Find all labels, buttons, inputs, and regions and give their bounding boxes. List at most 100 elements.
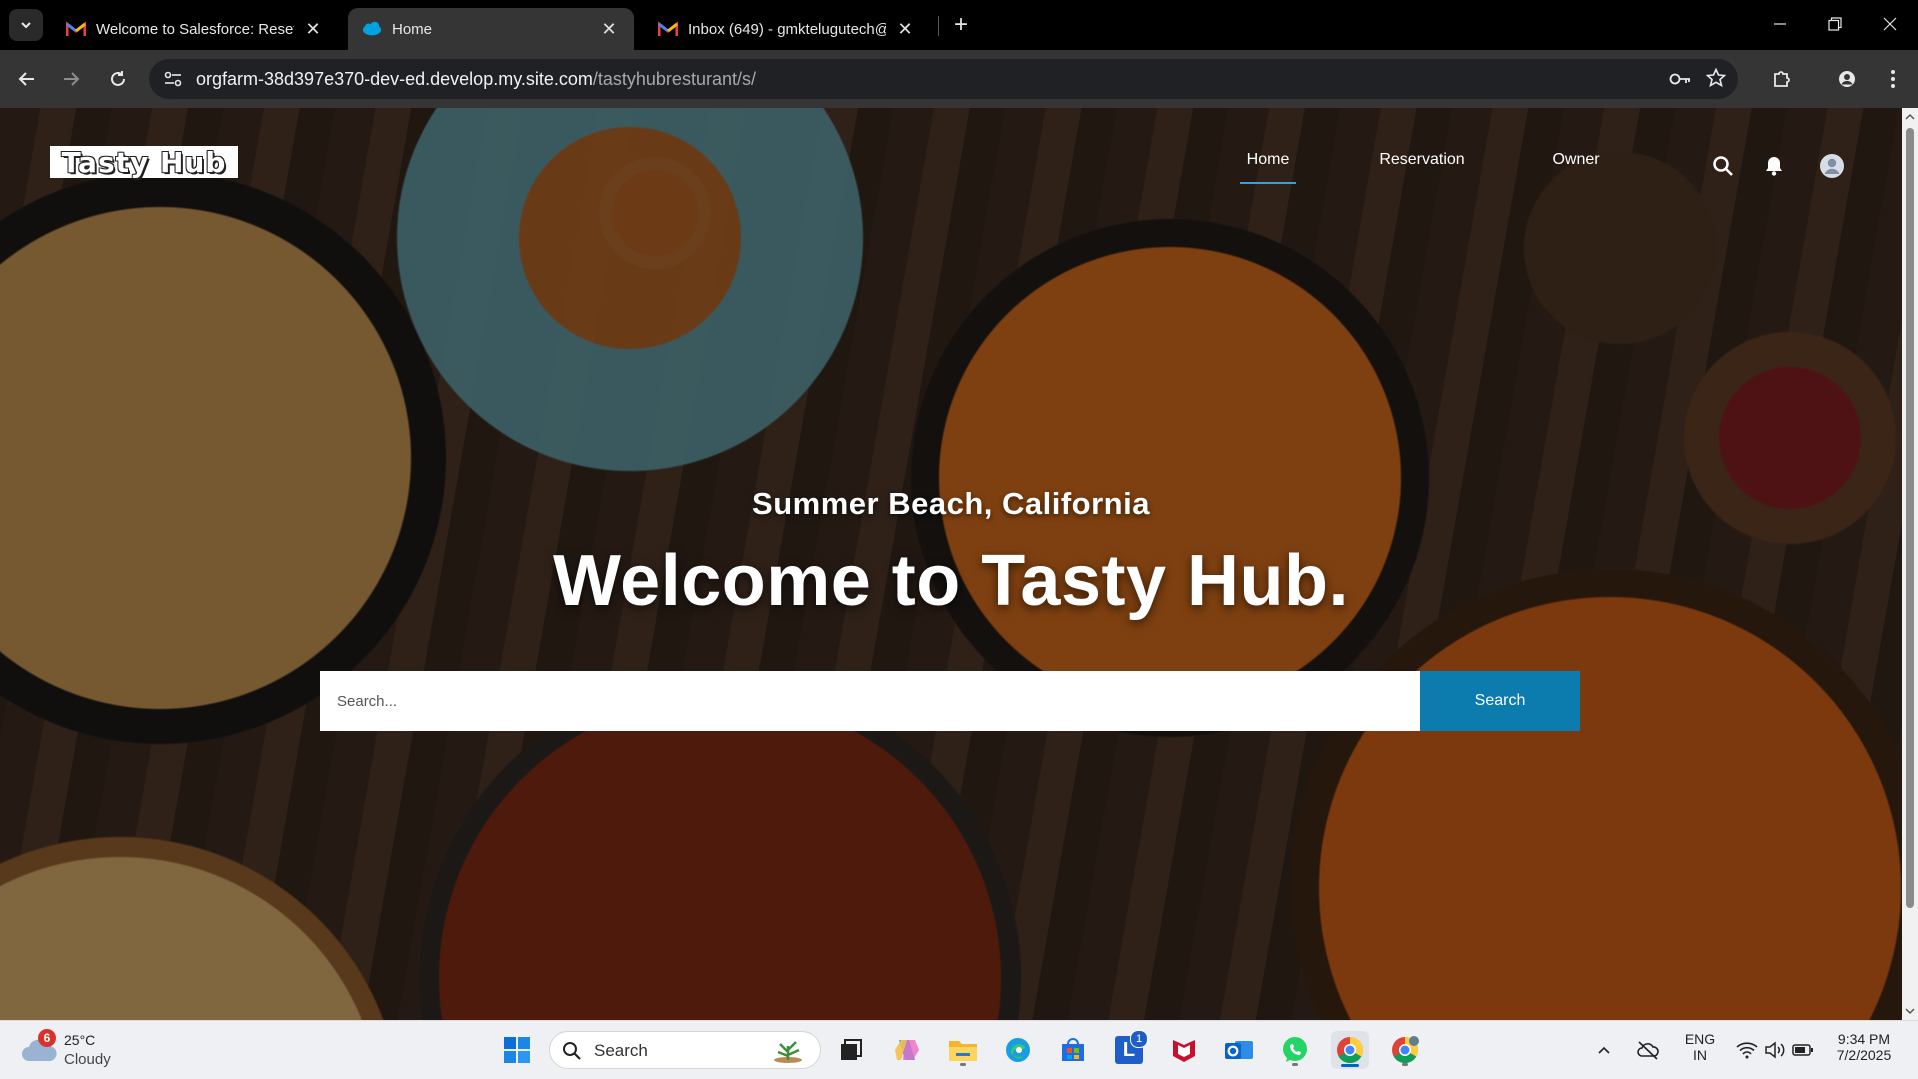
tab-inbox[interactable]: Inbox (649) - gmktelugutech@g ✕ — [644, 8, 930, 50]
task-view-button[interactable] — [832, 1031, 870, 1069]
mcafee-icon — [1173, 1040, 1195, 1062]
reload-button[interactable] — [102, 63, 134, 95]
chrome-profile-button[interactable] — [1386, 1031, 1424, 1069]
nav-reservation[interactable]: Reservation — [1372, 146, 1472, 174]
tab-title: Inbox (649) - gmktelugutech@g — [688, 20, 886, 38]
weather-temperature: 25°C — [64, 1032, 96, 1048]
hero-search-button[interactable]: Search — [1420, 671, 1580, 731]
chrome-profile-icon — [1392, 1036, 1419, 1064]
chrome-icon — [1337, 1036, 1364, 1064]
store-button[interactable] — [1054, 1031, 1092, 1069]
language-indicator[interactable]: ENG IN — [1680, 1031, 1720, 1063]
tab-salesforce-reset[interactable]: Welcome to Salesforce: Reset y ✕ — [52, 8, 338, 50]
l-app-button[interactable]: L 1 — [1110, 1030, 1148, 1069]
close-icon[interactable]: ✕ — [894, 18, 916, 40]
gmail-icon — [66, 19, 86, 39]
store-icon — [1062, 1038, 1084, 1061]
outlook-button[interactable] — [1220, 1031, 1258, 1069]
cloud-off-icon — [1637, 1041, 1659, 1060]
tab-separator — [938, 16, 939, 36]
url-path: /tastyhubresturant/s/ — [592, 69, 756, 89]
tab-title: Home — [392, 20, 433, 38]
chrome-button[interactable] — [1331, 1031, 1369, 1069]
language-line1: ENG — [1684, 1031, 1716, 1047]
clock[interactable]: 9:34 PM 7/2/2025 — [1828, 1031, 1900, 1063]
show-hidden-icons-button[interactable] — [1590, 1031, 1618, 1069]
search-icon — [563, 1042, 581, 1060]
running-indicator — [960, 1063, 966, 1066]
new-tab-button[interactable]: + — [946, 10, 976, 40]
notifications-button[interactable] — [1760, 152, 1788, 180]
outlook-icon — [1225, 1041, 1253, 1059]
restore-button[interactable] — [1807, 0, 1863, 48]
avatar-icon — [1820, 154, 1844, 178]
minimize-button[interactable] — [1752, 0, 1808, 48]
nav-home[interactable]: Home — [1240, 146, 1296, 184]
windows-start-icon — [504, 1037, 530, 1063]
page-scrollbar[interactable] — [1902, 108, 1918, 1020]
taskbar-search-label: Search — [594, 1041, 648, 1060]
copilot-icon — [895, 1040, 919, 1060]
tab-home[interactable]: Home ✕ — [348, 8, 634, 50]
weather-widget[interactable]: 6 25°C Cloudy — [20, 1029, 140, 1071]
more-vertical-icon — [1891, 70, 1895, 88]
close-window-button[interactable] — [1862, 0, 1918, 48]
forward-button[interactable] — [55, 63, 87, 95]
nav-owner[interactable]: Owner — [1546, 146, 1606, 174]
salesforce-cloud-icon — [362, 19, 382, 39]
quick-settings-button[interactable] — [1730, 1031, 1820, 1069]
extensions-button[interactable] — [1766, 63, 1798, 95]
hero-location: Summer Beach, California — [752, 486, 1150, 521]
url-text[interactable]: orgfarm-38d397e370-dev-ed.develop.my.sit… — [196, 59, 756, 99]
whatsapp-button[interactable] — [1276, 1031, 1314, 1069]
bell-icon — [1766, 157, 1782, 176]
url-host: orgfarm-38d397e370-dev-ed.develop.my.sit… — [196, 69, 593, 89]
scroll-up-arrow-icon[interactable] — [1905, 112, 1915, 122]
browser-tab-strip: Welcome to Salesforce: Reset y ✕ Home ✕ … — [0, 0, 1918, 50]
language-line2: IN — [1693, 1047, 1707, 1063]
close-icon — [1883, 17, 1897, 31]
whatsapp-icon — [1283, 1037, 1307, 1062]
plant-icon — [774, 1041, 802, 1063]
site-logo[interactable]: Tasty Hub — [50, 145, 238, 179]
copilot-button[interactable] — [888, 1031, 926, 1069]
user-profile-button[interactable] — [1818, 152, 1846, 180]
forward-arrow-icon — [64, 72, 80, 86]
running-indicator — [1292, 1063, 1298, 1066]
clock-date: 7/2/2025 — [1836, 1047, 1892, 1063]
mcafee-button[interactable] — [1165, 1031, 1203, 1069]
start-button[interactable] — [498, 1031, 536, 1069]
reload-icon — [111, 71, 125, 86]
taskbar-search-box[interactable]: Search — [549, 1031, 821, 1069]
close-icon[interactable]: ✕ — [302, 18, 324, 40]
address-bar[interactable]: orgfarm-38d397e370-dev-ed.develop.my.sit… — [149, 59, 1738, 99]
logo-text: Tasty Hub — [61, 145, 227, 179]
tab-search-button[interactable] — [9, 9, 43, 41]
bookmark-star-icon[interactable] — [1705, 67, 1727, 93]
chevron-down-icon — [21, 22, 31, 29]
weather-alert-badge: 6 — [38, 1029, 56, 1047]
site-info-icon[interactable] — [163, 69, 183, 94]
close-icon[interactable]: ✕ — [598, 18, 620, 40]
l-app-badge: 1 — [1130, 1030, 1148, 1048]
onedrive-button[interactable] — [1632, 1031, 1664, 1069]
back-button[interactable] — [11, 63, 43, 95]
scroll-down-arrow-icon[interactable] — [1905, 1006, 1915, 1016]
running-indicator — [1402, 1063, 1408, 1066]
browser-menu-button[interactable] — [1877, 63, 1909, 95]
restore-icon — [1828, 17, 1842, 31]
scrollbar-thumb[interactable] — [1906, 128, 1914, 908]
site-search-button[interactable] — [1709, 152, 1737, 180]
file-explorer-button[interactable] — [944, 1031, 982, 1069]
profile-button[interactable] — [1831, 63, 1863, 95]
search-icon — [1713, 156, 1733, 176]
restaurant-hero-section: Tasty Hub Home Reservation Owner Summer … — [0, 108, 1902, 1020]
tab-title: Welcome to Salesforce: Reset y — [96, 20, 294, 38]
volume-icon — [1765, 1041, 1785, 1059]
edge-button[interactable] — [999, 1031, 1037, 1069]
clock-time: 9:34 PM — [1837, 1031, 1891, 1047]
active-indicator — [1341, 1064, 1359, 1067]
chevron-up-icon — [1598, 1046, 1610, 1054]
hero-search-input[interactable] — [320, 671, 1420, 731]
password-key-icon[interactable] — [1668, 69, 1692, 94]
